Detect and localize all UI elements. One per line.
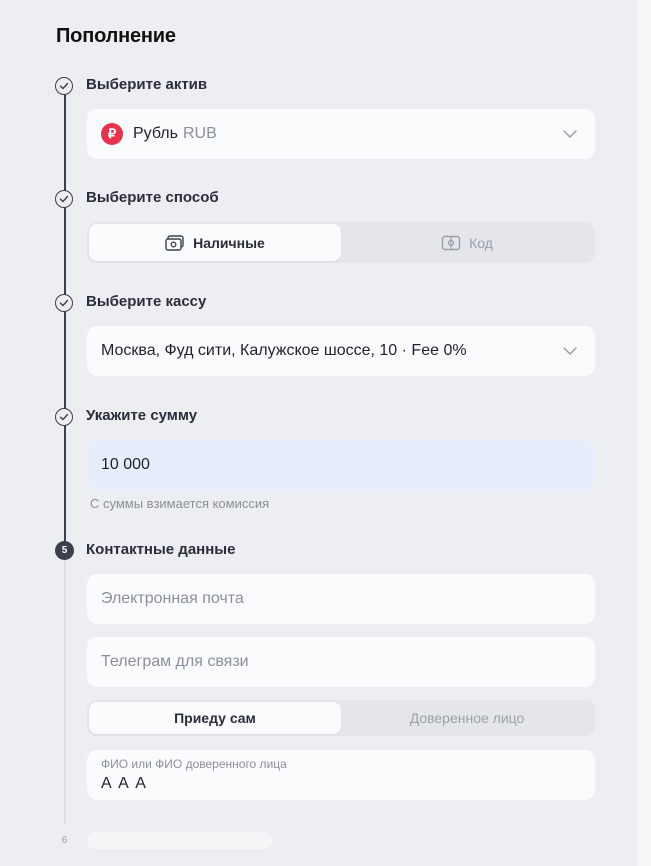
fio-label: ФИО или ФИО доверенного лица (101, 757, 287, 771)
cashdesk-value: Москва, Фуд сити, Калужское шоссе, 10 · … (101, 342, 467, 359)
step-2-done-icon (55, 190, 73, 208)
step-title-asset: Выберите актив (86, 76, 208, 93)
method-switch: Наличные Код (87, 222, 595, 263)
chevron-down-icon (563, 347, 577, 356)
telegram-field[interactable]: Телеграм для связи (87, 637, 595, 687)
chevron-down-icon (563, 130, 577, 139)
email-field[interactable]: Электронная почта (87, 574, 595, 624)
progress-rail-pending (64, 560, 66, 825)
fio-value: А А А (101, 775, 147, 792)
trusted-person-button[interactable]: Доверенное лицо (341, 702, 593, 734)
amount-input[interactable]: 10 000 (87, 440, 595, 490)
step-6-number: 6 (61, 835, 68, 846)
deposit-page: Пополнение Выберите актив ₽ Рубль RUB Вы… (0, 0, 637, 866)
amount-hint: С суммы взимается комиссия (90, 496, 270, 511)
method-code-label: Код (469, 234, 493, 251)
email-placeholder: Электронная почта (101, 590, 244, 607)
step-4-done-icon (55, 408, 73, 426)
step-6-placeholder (87, 832, 272, 849)
step-5-number: 5 (55, 541, 74, 560)
recipient-switch: Приеду сам Доверенное лицо (87, 700, 595, 736)
code-card-icon (441, 235, 461, 250)
amount-value: 10 000 (101, 456, 150, 473)
method-cash-button[interactable]: Наличные (89, 224, 341, 261)
method-code-button[interactable]: Код (341, 224, 593, 261)
step-title-amount: Укажите сумму (86, 407, 198, 424)
telegram-placeholder: Телеграм для связи (101, 653, 249, 670)
asset-select[interactable]: ₽ Рубль RUB (87, 109, 595, 159)
fio-field[interactable]: ФИО или ФИО доверенного лица А А А (87, 750, 595, 800)
step-title-cashdesk: Выберите кассу (86, 293, 207, 310)
page-title: Пополнение (56, 25, 176, 47)
cashdesk-select[interactable]: Москва, Фуд сити, Калужское шоссе, 10 · … (87, 326, 595, 376)
method-cash-label: Наличные (193, 234, 265, 251)
step-title-method: Выберите способ (86, 189, 219, 206)
step-3-done-icon (55, 294, 73, 312)
asset-name: Рубль (133, 125, 178, 142)
step-title-contacts: Контактные данные (86, 541, 236, 558)
progress-rail (64, 94, 66, 544)
self-pickup-button[interactable]: Приеду сам (89, 702, 341, 734)
step-1-done-icon (55, 77, 73, 95)
ruble-icon: ₽ (101, 123, 123, 145)
scrollbar-track[interactable] (637, 0, 651, 866)
asset-code: RUB (182, 125, 217, 142)
cash-icon (165, 234, 184, 251)
